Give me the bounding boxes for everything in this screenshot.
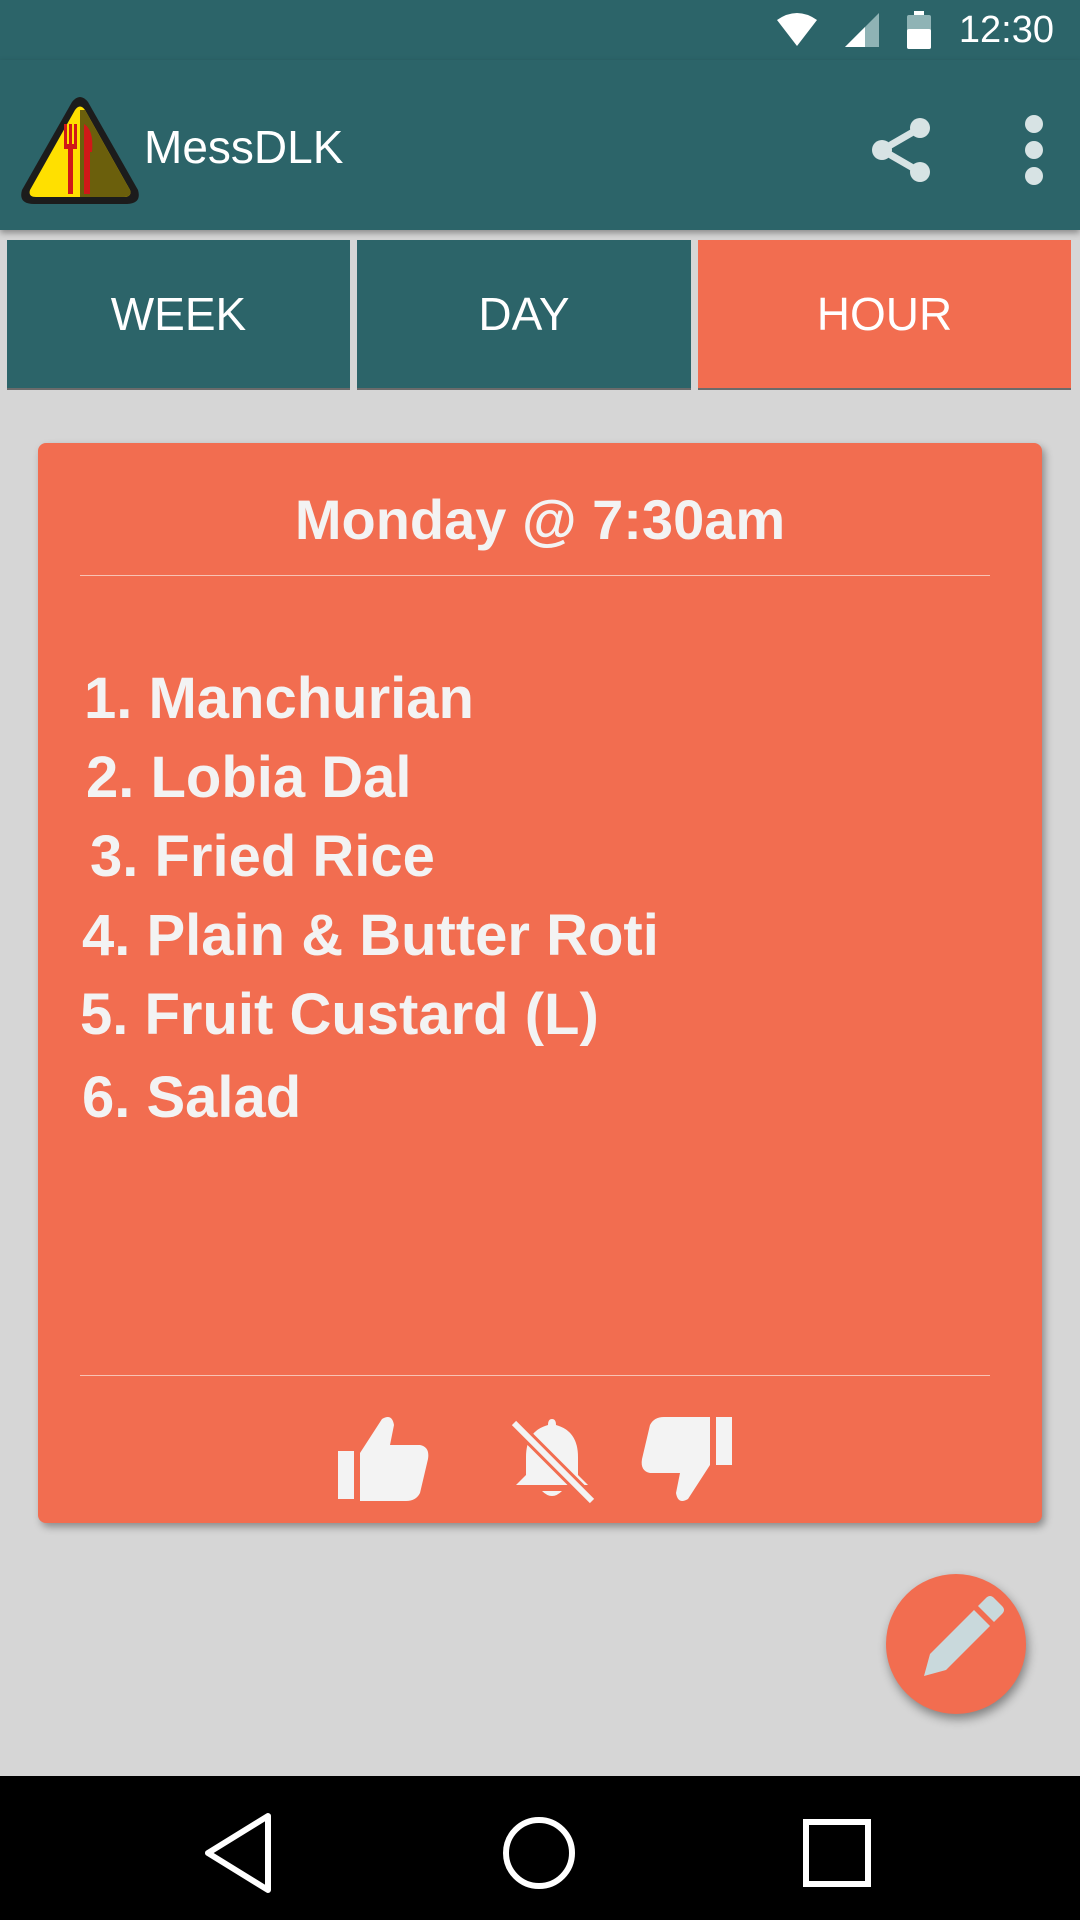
more-vert-icon[interactable] [1000, 110, 1070, 190]
notifications-off-icon[interactable] [502, 1409, 602, 1509]
menu-item: 6. Salad [82, 1065, 302, 1130]
menu-item: 5. Fruit Custard (L) [80, 982, 599, 1047]
meal-card: Monday @ 7:30am 1. Manchurian 2. Lobia D… [38, 443, 1042, 1523]
wifi-icon [776, 13, 817, 46]
menu-item: 4. Plain & Butter Roti [82, 903, 659, 968]
card-title: Monday @ 7:30am [294, 488, 786, 551]
card-actions [38, 1409, 1042, 1509]
tab-day[interactable]: DAY [357, 240, 691, 390]
status-bar: 12:30 [0, 0, 1080, 60]
menu-item: 3. Fried Rice [90, 824, 435, 889]
share-icon[interactable] [862, 110, 942, 190]
status-clock: 12:30 [958, 8, 1054, 51]
back-icon[interactable] [196, 1808, 286, 1898]
app-bar: MessDLK [0, 60, 1080, 230]
app-logo-icon [21, 97, 139, 204]
tab-hour[interactable]: HOUR [698, 240, 1071, 390]
thumbs-down-icon[interactable] [634, 1409, 734, 1509]
menu-item: 1. Manchurian [84, 666, 474, 731]
tab-bar: WEEK DAY HOUR [0, 236, 1080, 390]
tab-week[interactable]: WEEK [7, 240, 350, 390]
menu-list: 1. Manchurian 2. Lobia Dal 3. Fried Rice… [80, 659, 980, 1137]
recents-icon[interactable] [792, 1808, 882, 1898]
menu-item: 2. Lobia Dal [86, 745, 412, 810]
edit-icon [924, 1596, 1004, 1676]
battery-icon [906, 11, 931, 49]
thumbs-up-icon[interactable] [334, 1409, 434, 1509]
app-title: MessDLK [144, 121, 344, 173]
navigation-bar [0, 1776, 1080, 1920]
edit-fab-button[interactable] [886, 1574, 1026, 1714]
card-divider-bottom [80, 1375, 990, 1376]
home-icon[interactable] [494, 1808, 584, 1898]
card-divider-top [80, 575, 990, 576]
signal-icon [844, 13, 879, 47]
